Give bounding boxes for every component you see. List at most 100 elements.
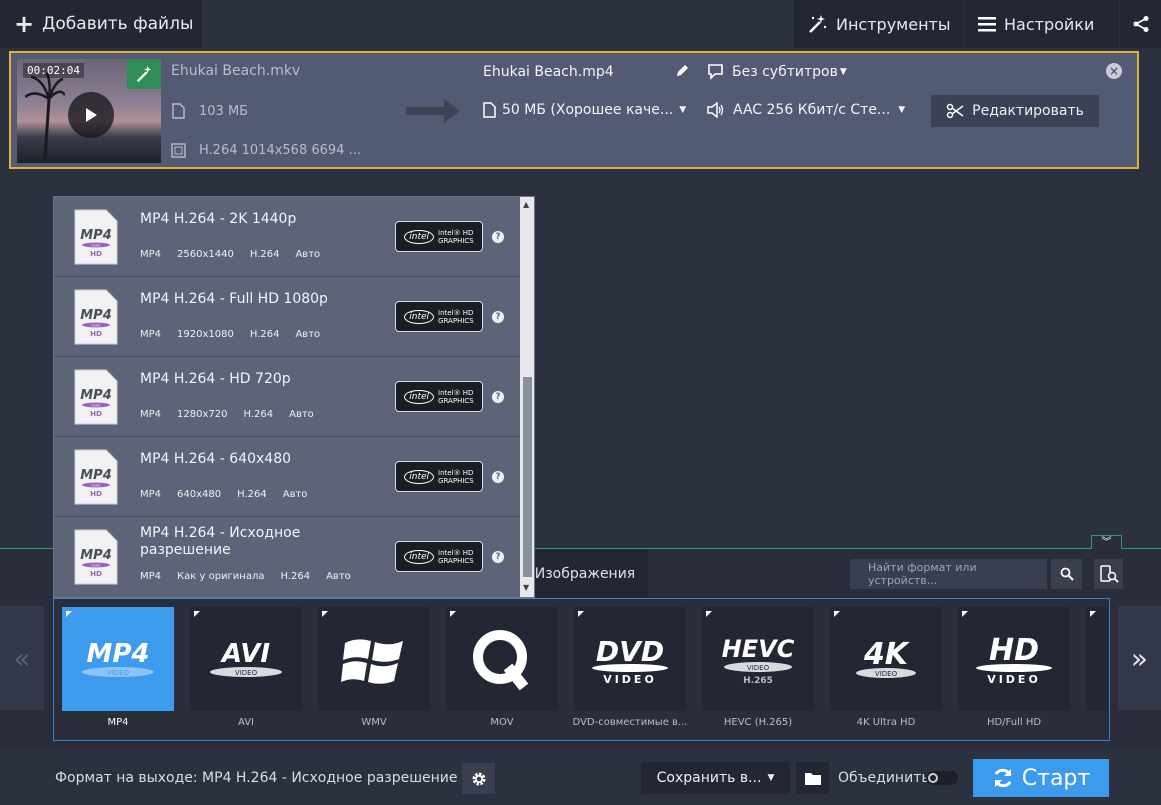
corner-marker-icon — [578, 611, 584, 617]
intel-hd-badge: intel Intel® HD GRAPHICS — [395, 381, 483, 412]
merge-toggle[interactable] — [926, 771, 958, 785]
open-folder-button[interactable] — [796, 762, 829, 794]
format-tile-wmv[interactable] — [318, 607, 430, 711]
audio-select[interactable]: AAC 256 Кбит/с Сте... ▼ — [707, 102, 905, 118]
enhance-button[interactable] — [127, 59, 161, 89]
scrollbar-thumb[interactable] — [523, 377, 532, 577]
corner-marker-icon — [834, 611, 840, 617]
dvd-logo-icon: DVD VIDEO — [592, 635, 668, 686]
pencil-icon[interactable] — [674, 63, 690, 79]
detect-device-button[interactable] — [1094, 559, 1123, 589]
help-icon[interactable]: ? — [492, 471, 504, 483]
source-codec: H.264 1014x568 6694 ... — [199, 143, 361, 158]
scroll-down-icon[interactable]: ▼ — [523, 583, 529, 592]
help-icon[interactable]: ? — [492, 311, 504, 323]
svg-text:VIDEO: VIDEO — [91, 484, 101, 488]
preset-codec: H.264 — [249, 329, 280, 340]
edit-button[interactable]: Редактировать — [931, 95, 1099, 127]
svg-text:HD: HD — [90, 410, 102, 418]
svg-text:H.265: H.265 — [743, 676, 773, 686]
preset-specs: MP4 1280x720 H.264 Авто — [140, 409, 314, 420]
share-button[interactable] — [1120, 0, 1161, 48]
chevron-down-icon: ▼ — [839, 66, 847, 77]
preset-item[interactable]: MP4 VIDEO HD MP4 H.264 - HD 720p MP4 128… — [54, 357, 520, 437]
corner-marker-icon — [194, 611, 200, 617]
format-tile-mp4[interactable]: MP4 VIDEO — [62, 607, 174, 711]
help-icon[interactable]: ? — [492, 551, 504, 563]
settings-button[interactable]: Настройки — [964, 0, 1119, 48]
format-tile-partial[interactable] — [1086, 607, 1108, 711]
help-icon[interactable]: ? — [492, 391, 504, 403]
svg-text:HD: HD — [90, 570, 102, 578]
format-tile-mov[interactable] — [446, 607, 558, 711]
search-button[interactable] — [1051, 559, 1082, 589]
mp4-file-icon: MP4 VIDEO HD — [74, 289, 118, 345]
arrow-right-icon — [406, 99, 460, 123]
preset-dropdown[interactable]: MP4 VIDEO HD MP4 H.264 - 2K 1440p MP4 25… — [53, 196, 535, 598]
add-files-button[interactable]: + Добавить файлы — [0, 0, 202, 48]
format-tile-avi[interactable]: AVI VIDEO — [190, 607, 302, 711]
preset-item[interactable]: MP4 VIDEO HD MP4 H.264 - 640x480 MP4 640… — [54, 437, 520, 517]
subtitles-select[interactable]: Без субтитров ▼ — [707, 63, 847, 80]
start-button[interactable]: Старт — [973, 759, 1109, 797]
play-icon — [86, 108, 97, 122]
format-tile-hd[interactable]: HD VIDEO — [958, 607, 1070, 711]
format-settings-button[interactable] — [462, 763, 495, 794]
format-tile-4k[interactable]: 4K VIDEO — [830, 607, 942, 711]
preset-title: MP4 H.264 - 2K 1440p — [140, 211, 297, 227]
format-label-4k: 4K Ultra HD — [856, 717, 916, 728]
video-thumbnail[interactable]: 00:02:04 — [17, 59, 161, 163]
svg-text:4K: 4K — [863, 637, 911, 672]
svg-text:VIDEO: VIDEO — [91, 324, 101, 328]
preset-container: MP4 — [140, 249, 162, 260]
svg-text:MP4: MP4 — [86, 639, 149, 669]
svg-text:VIDEO: VIDEO — [91, 404, 101, 408]
output-size-select[interactable]: 50 МБ (Хорошее каче... ▼ — [483, 102, 686, 118]
formats-prev-button[interactable]: « — [0, 606, 44, 710]
tab-images[interactable]: Изображения — [522, 550, 648, 598]
preset-resolution: 1920x1080 — [177, 329, 234, 340]
double-chevron-right-icon: » — [1130, 641, 1149, 675]
preset-container: MP4 — [140, 489, 162, 500]
intel-logo: intel — [404, 389, 435, 404]
tools-button[interactable]: Инструменты — [794, 0, 963, 48]
format-label-avi: AVI — [238, 717, 254, 728]
output-filename[interactable]: Ehukai Beach.mp4 — [483, 64, 614, 80]
intel-hd-badge: intel Intel® HD GRAPHICS — [395, 541, 483, 572]
intel-badge-line2: GRAPHICS — [438, 396, 474, 405]
preset-resolution: 640x480 — [177, 489, 222, 500]
preset-codec: H.264 — [237, 489, 267, 500]
subtitles-value: Без субтитров — [732, 63, 838, 80]
help-icon[interactable]: ? — [492, 231, 504, 243]
format-search-input[interactable]: Найти формат или устройств... — [850, 559, 1047, 589]
scroll-up-icon[interactable]: ▲ — [523, 200, 529, 209]
preset-codec: H.264 — [243, 409, 274, 420]
intel-badge-line2: GRAPHICS — [438, 236, 474, 245]
formats-next-button[interactable]: » — [1118, 606, 1161, 710]
collapse-button[interactable]: ︾ — [1091, 535, 1122, 549]
preset-bitrate: Авто — [289, 409, 314, 420]
mp4-file-icon: MP4 VIDEO HD — [74, 449, 118, 505]
chevron-down-icon: ▼ — [898, 105, 906, 115]
save-to-button[interactable]: Сохранить в... ▼ — [641, 762, 790, 794]
close-icon[interactable]: × — [1106, 63, 1122, 79]
format-label-dvd: DVD-совместимые в... — [572, 717, 688, 728]
hd-logo-icon: HD VIDEO — [976, 633, 1052, 686]
format-tile-dvd[interactable]: DVD VIDEO — [574, 607, 686, 711]
save-to-label: Сохранить в... — [656, 770, 762, 786]
svg-text:MP4: MP4 — [80, 308, 112, 323]
preset-item[interactable]: MP4 VIDEO HD MP4 H.264 - Исходное разреш… — [54, 517, 520, 597]
intel-badge-line1: Intel® HD — [438, 388, 474, 397]
play-button[interactable] — [68, 92, 114, 138]
intel-logo: intel — [404, 309, 435, 324]
chevron-double-down-icon: ︾ — [1101, 536, 1112, 548]
preset-specs: MP4 2560x1440 H.264 Авто — [140, 249, 320, 260]
preset-item[interactable]: MP4 VIDEO HD MP4 H.264 - 2K 1440p MP4 25… — [54, 197, 520, 277]
preset-bitrate: Авто — [295, 329, 321, 340]
scrollbar[interactable]: ▲ ▼ — [520, 197, 534, 597]
mp4-logo-icon: MP4 VIDEO — [82, 639, 154, 677]
format-tile-hevc[interactable]: HEVC VIDEO H.265 — [702, 607, 814, 711]
svg-text:VIDEO: VIDEO — [875, 670, 898, 678]
preset-item[interactable]: MP4 VIDEO HD MP4 H.264 - Full HD 1080p M… — [54, 277, 520, 357]
intel-badge-line2: GRAPHICS — [438, 316, 474, 325]
